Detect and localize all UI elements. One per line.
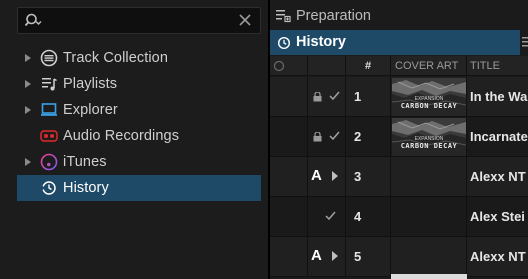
sidebar-item-label: Explorer bbox=[63, 102, 118, 118]
title-cell: Incarnate bbox=[467, 117, 528, 157]
cover-art-cell bbox=[391, 237, 467, 277]
playlists-icon bbox=[39, 74, 59, 94]
header-flags[interactable] bbox=[308, 56, 346, 76]
number-cell: 2 bbox=[346, 117, 391, 157]
sidebar-item-history[interactable]: History bbox=[17, 175, 261, 201]
title-cell: Alex Stei bbox=[467, 197, 528, 237]
number-cell: 5 bbox=[346, 237, 391, 277]
cover-art-thumbnail bbox=[391, 274, 467, 279]
history-icon bbox=[277, 36, 291, 50]
menu-icon[interactable] bbox=[522, 36, 528, 48]
sidebar-item-label: iTunes bbox=[63, 154, 107, 170]
number-cell: 4 bbox=[346, 197, 391, 237]
expand-arrow-icon[interactable] bbox=[17, 97, 39, 123]
browser-panel: Track Collection Playlists Explorer Audi… bbox=[0, 0, 268, 279]
title-cell: In the Wa bbox=[467, 77, 528, 117]
play-icon bbox=[332, 251, 338, 261]
check-icon bbox=[329, 131, 340, 141]
track-list: 1 EXPANSION CARBON DECAY In the Wa 2 EXPANSIO… bbox=[270, 77, 528, 277]
audio-recordings-icon bbox=[39, 126, 59, 146]
status-cell bbox=[270, 157, 308, 197]
autogain-flag: A bbox=[311, 247, 322, 264]
cover-art-image: EXPANSION CARBON DECAY bbox=[392, 78, 466, 116]
sidebar-item-audio-recordings[interactable]: Audio Recordings bbox=[17, 123, 261, 149]
table-row[interactable]: 2 EXPANSION CARBON DECAY Incarnate bbox=[270, 117, 528, 157]
track-number: 1 bbox=[354, 89, 362, 104]
cover-art-image: EXPANSION CARBON DECAY bbox=[392, 118, 466, 156]
clear-search-icon[interactable] bbox=[238, 13, 252, 27]
table-row[interactable]: A 5 Alexx NT bbox=[270, 237, 528, 277]
table-header: # COVER ART TITLE bbox=[270, 56, 528, 76]
header-cover-art[interactable]: COVER ART bbox=[391, 56, 467, 76]
flags-cell bbox=[308, 197, 346, 237]
sidebar-item-itunes[interactable]: iTunes bbox=[17, 149, 261, 175]
track-number: 3 bbox=[354, 169, 362, 184]
track-title: Alexx NT bbox=[470, 249, 526, 264]
flags-cell bbox=[308, 117, 346, 157]
flags-cell bbox=[308, 77, 346, 117]
expand-arrow-icon[interactable] bbox=[17, 45, 39, 71]
lock-icon bbox=[313, 92, 322, 102]
autogain-flag: A bbox=[311, 167, 322, 184]
track-title: Incarnate bbox=[470, 129, 528, 144]
sidebar-item-label: Playlists bbox=[63, 76, 118, 92]
number-cell: 3 bbox=[346, 157, 391, 197]
track-title: Alex Stei bbox=[470, 209, 525, 224]
number-cell: 1 bbox=[346, 77, 391, 117]
sidebar-item-playlists[interactable]: Playlists bbox=[17, 71, 261, 97]
play-icon bbox=[332, 171, 338, 181]
status-cell bbox=[270, 117, 308, 157]
cover-art-cell bbox=[391, 157, 467, 197]
table-row[interactable]: 4 Alex Stei bbox=[270, 197, 528, 237]
cover-art-text: CARBON DECAY bbox=[400, 142, 458, 150]
title-cell: Alexx NT bbox=[467, 157, 528, 197]
explorer-icon bbox=[39, 100, 59, 120]
preparation-label: Preparation bbox=[296, 8, 371, 24]
preparation-icon bbox=[276, 10, 291, 23]
sidebar-item-explorer[interactable]: Explorer bbox=[17, 97, 261, 123]
playlist-tab-history[interactable]: History bbox=[270, 30, 520, 55]
sidebar-item-label: Audio Recordings bbox=[63, 128, 180, 144]
playlist-panel: Preparation History # COVER ART TITLE 1 E… bbox=[270, 0, 528, 279]
table-row[interactable]: A 3 Alexx NT bbox=[270, 157, 528, 197]
check-icon bbox=[325, 211, 336, 221]
sidebar-item-label: Track Collection bbox=[63, 50, 169, 66]
status-cell bbox=[270, 77, 308, 117]
track-title: Alexx NT bbox=[470, 169, 526, 184]
cover-art-cell bbox=[391, 197, 467, 237]
expand-arrow-icon[interactable] bbox=[17, 149, 39, 175]
track-number: 2 bbox=[354, 129, 362, 144]
cover-art-cell: EXPANSION CARBON DECAY bbox=[391, 77, 467, 117]
title-cell: Alexx NT bbox=[467, 237, 528, 277]
flags-cell: A bbox=[308, 237, 346, 277]
cover-art-cell: EXPANSION CARBON DECAY bbox=[391, 117, 467, 157]
search-field[interactable] bbox=[17, 7, 261, 34]
header-title[interactable]: TITLE bbox=[467, 56, 528, 76]
history-icon bbox=[39, 178, 59, 198]
expand-arrow-icon[interactable] bbox=[17, 71, 39, 97]
table-row[interactable]: 1 EXPANSION CARBON DECAY In the Wa bbox=[270, 77, 528, 117]
track-collection-icon bbox=[39, 48, 59, 68]
track-number: 4 bbox=[354, 209, 362, 224]
circle-icon bbox=[273, 60, 285, 72]
browser-tree: Track Collection Playlists Explorer Audi… bbox=[17, 45, 261, 201]
check-icon bbox=[329, 91, 340, 101]
status-cell bbox=[270, 197, 308, 237]
header-number[interactable]: # bbox=[346, 56, 391, 76]
history-label: History bbox=[296, 34, 346, 50]
header-status[interactable] bbox=[270, 56, 308, 76]
sidebar-item-label: History bbox=[63, 180, 109, 196]
track-title: In the Wa bbox=[470, 89, 528, 104]
playlist-tab-preparation[interactable]: Preparation bbox=[270, 3, 528, 29]
search-icon[interactable] bbox=[24, 12, 42, 30]
track-number: 5 bbox=[354, 249, 362, 264]
status-cell bbox=[270, 237, 308, 277]
sidebar-item-track-collection[interactable]: Track Collection bbox=[17, 45, 261, 71]
cover-art-text: CARBON DECAY bbox=[400, 102, 458, 110]
lock-icon bbox=[313, 132, 322, 142]
flags-cell: A bbox=[308, 157, 346, 197]
itunes-icon bbox=[39, 152, 59, 172]
